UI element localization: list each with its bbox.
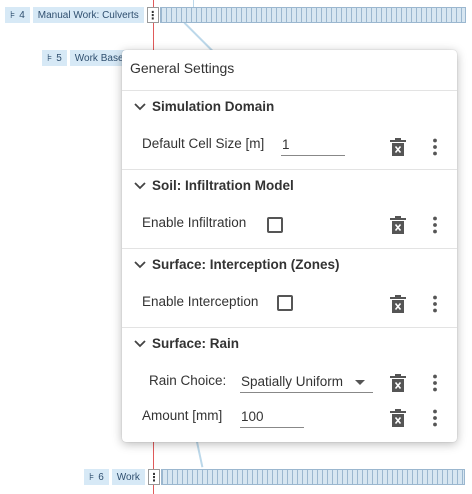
field-label: Enable Interception	[142, 294, 259, 309]
field-label: Default Cell Size [m]	[142, 136, 265, 151]
delete-icon[interactable]	[389, 215, 407, 235]
section-title: Simulation Domain	[152, 98, 275, 114]
row-number-tag: ⊧ 6	[84, 469, 109, 485]
row-label[interactable]: Work	[111, 469, 145, 485]
section-title: Soil: Infiltration Model	[152, 177, 294, 193]
rain-amount-input[interactable]	[240, 406, 304, 428]
chevron-down-icon	[134, 103, 146, 111]
more-vert-icon[interactable]	[426, 215, 444, 235]
more-vert-icon[interactable]	[426, 294, 444, 314]
delete-icon[interactable]	[389, 137, 407, 157]
row-menu-icon[interactable]: ⋮	[146, 7, 159, 23]
section-header-surface-rain[interactable]: Surface: Rain	[132, 335, 239, 351]
row-number: 6	[98, 471, 104, 483]
row-menu-icon[interactable]: ⋮	[147, 469, 160, 485]
row-number: 5	[56, 52, 62, 64]
chevron-down-icon	[134, 261, 146, 269]
row-number-tag: ⊧ 4	[5, 7, 30, 23]
gantt-row[interactable]: ⊧ 5 Work Base	[42, 50, 132, 66]
section-divider	[122, 327, 457, 328]
delete-icon[interactable]	[389, 294, 407, 314]
section-header-surface-interception[interactable]: Surface: Interception (Zones)	[132, 256, 340, 272]
dependency-connector	[196, 441, 204, 468]
more-vert-icon[interactable]	[426, 137, 444, 157]
gantt-bar[interactable]	[160, 469, 465, 485]
field-label: Amount [mm]	[142, 408, 223, 423]
general-settings-panel: General Settings Simulation Domain Defau…	[122, 50, 457, 442]
dropdown-arrow-icon	[355, 380, 365, 385]
field-label: Enable Infiltration	[142, 215, 247, 230]
row-label[interactable]: Work Base	[69, 50, 129, 66]
delete-icon[interactable]	[389, 408, 407, 428]
row-label[interactable]: Manual Work: Culverts	[32, 7, 144, 23]
gantt-row[interactable]: ⊧ 6 Work ⋮	[84, 469, 465, 485]
dependency-connector	[183, 22, 214, 52]
default-cell-size-input[interactable]	[281, 134, 345, 156]
section-divider	[122, 248, 457, 249]
gantt-row[interactable]: ⊧ 4 Manual Work: Culverts ⋮	[5, 7, 466, 23]
section-header-simulation-domain[interactable]: Simulation Domain	[132, 98, 274, 114]
chevron-down-icon	[134, 340, 146, 348]
section-title: Surface: Interception (Zones)	[152, 256, 340, 272]
more-vert-icon[interactable]	[426, 373, 444, 393]
chevron-down-icon	[134, 182, 146, 190]
enable-interception-checkbox[interactable]	[277, 295, 293, 311]
row-number-tag: ⊧ 5	[42, 50, 67, 66]
field-label: Rain Choice:	[149, 373, 227, 388]
select-value: Spatially Uniform	[241, 374, 344, 389]
section-header-soil-infiltration[interactable]: Soil: Infiltration Model	[132, 177, 294, 193]
hierarchy-icon: ⊧	[10, 9, 16, 21]
more-vert-icon[interactable]	[426, 408, 444, 428]
hierarchy-icon: ⊧	[47, 52, 53, 64]
hierarchy-icon: ⊧	[89, 471, 95, 483]
rain-choice-select[interactable]: Spatially Uniform	[240, 371, 373, 393]
section-title: Surface: Rain	[152, 335, 240, 351]
enable-infiltration-checkbox[interactable]	[267, 217, 283, 233]
delete-icon[interactable]	[389, 373, 407, 393]
gantt-bar[interactable]	[159, 7, 466, 23]
section-divider	[122, 90, 457, 91]
row-number: 4	[19, 9, 25, 21]
section-divider	[122, 169, 457, 170]
panel-title: General Settings	[130, 60, 235, 76]
